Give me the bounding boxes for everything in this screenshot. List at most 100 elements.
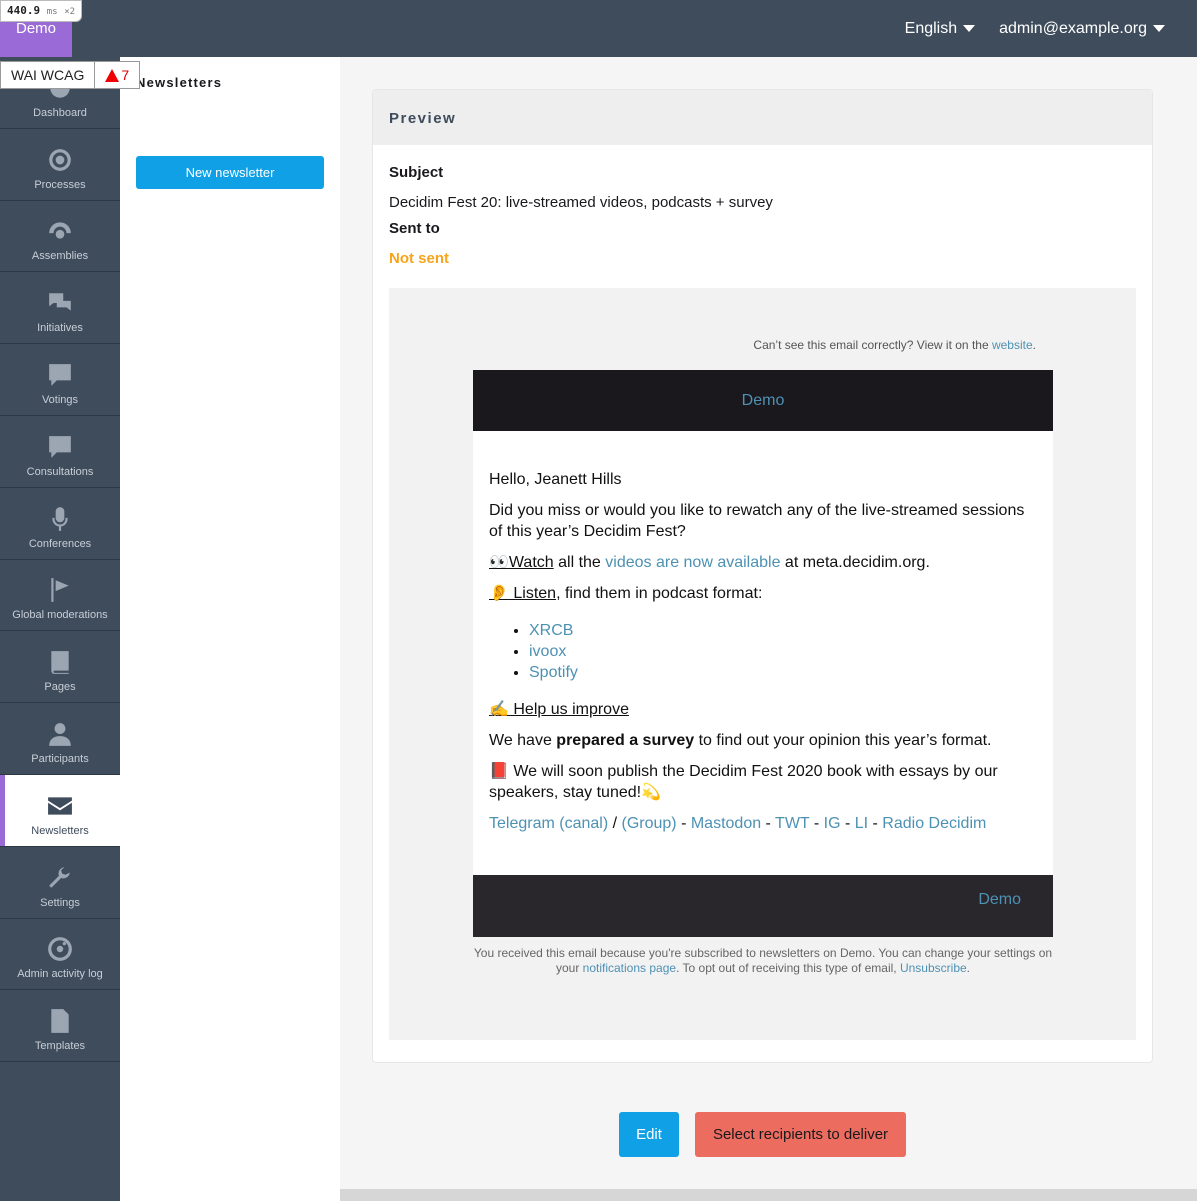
perf-unit: ms (46, 7, 58, 17)
unsubscribe-link[interactable]: Unsubscribe (900, 961, 967, 975)
user-email: admin@example.org (999, 19, 1147, 37)
sidebar-item-label: Assemblies (31, 250, 89, 263)
subject-label: Subject (389, 164, 444, 181)
brand-name: Demo (15, 20, 56, 37)
sidebar-item-label: Conferences (28, 537, 92, 550)
sidebar-item-participants[interactable]: Participants (0, 703, 120, 775)
website-link[interactable]: website (992, 338, 1033, 352)
wcag-count-value: 7 (121, 67, 130, 83)
sidebar-item-label: Consultations (26, 465, 94, 478)
subject-value: Decidim Fest 20: live-streamed videos, p… (389, 194, 773, 211)
watch-paragraph: 👀Watch all the videos are now available … (489, 554, 930, 571)
top-bar: Demo English admin@example.org (0, 0, 1197, 57)
sidebar-item-label: Processes (34, 178, 86, 191)
sidebar-item-label: Participants (31, 752, 89, 765)
chevron-down-icon (963, 25, 976, 32)
dizzy-icon: 💫 (641, 784, 662, 801)
perf-value: 440.9 (7, 4, 41, 17)
sidebar-item-votings[interactable]: Votings (0, 344, 120, 416)
document-icon (47, 1008, 73, 1034)
envelope-icon (47, 793, 73, 819)
subnav-title: Newsletters (136, 75, 223, 90)
chat-bubbles-icon (47, 290, 73, 316)
new-newsletter-button[interactable]: New newsletter (136, 156, 324, 189)
social-link-twitter[interactable]: TWT (775, 815, 809, 832)
podcast-list: XRCB ivoox Spotify (529, 620, 1037, 683)
ear-icon: 👂 (489, 585, 509, 602)
podcast-link[interactable]: XRCB (529, 622, 573, 639)
top-nav: English admin@example.org (905, 0, 1165, 57)
sidebar: Dashboard Processes Assemblies Initiativ… (0, 57, 120, 1201)
sidebar-item-pages[interactable]: Pages (0, 631, 120, 704)
wcag-label: WAI WCAG (1, 62, 96, 88)
sidebar-item-global-moderations[interactable]: Global moderations (0, 560, 120, 632)
sidebar-item-label: Votings (41, 393, 79, 406)
list-item: Spotify (529, 662, 1037, 683)
social-link-telegram-group[interactable]: (Group) (622, 815, 677, 832)
edit-button[interactable]: Edit (619, 1112, 679, 1157)
language-label: English (904, 19, 958, 37)
secondary-nav: Newsletters New newsletter (120, 57, 340, 1201)
social-link-mastodon[interactable]: Mastodon (691, 815, 761, 832)
main-content: Preview Subject Decidim Fest 20: live-st… (340, 57, 1197, 1189)
status-badge: Not sent (389, 250, 449, 267)
social-link-linkedin[interactable]: LI (855, 815, 868, 832)
sidebar-item-processes[interactable]: Processes (0, 129, 120, 201)
watch-heading: 👀Watch (489, 554, 554, 571)
sidebar-item-admin-activity-log[interactable]: Admin activity log (0, 919, 120, 991)
social-link-telegram-canal[interactable]: Telegram (canal) (489, 815, 608, 832)
email-header-org[interactable]: Demo (742, 392, 785, 409)
speech-bubble-icon (47, 362, 73, 388)
book-icon: 📕 (489, 763, 509, 780)
language-dropdown[interactable]: English (904, 19, 976, 38)
sidebar-item-settings[interactable]: Settings (0, 847, 120, 919)
sidebar-item-label: Initiatives (37, 322, 83, 335)
sidebar-item-assemblies[interactable]: Assemblies (0, 201, 120, 273)
view-online-text: Can’t see this email correctly? View it … (753, 338, 1036, 352)
videos-link[interactable]: videos are now available (605, 554, 780, 571)
sidebar-item-templates[interactable]: Templates (0, 990, 120, 1063)
select-recipients-button[interactable]: Select recipients to deliver (695, 1112, 906, 1157)
view-online-prefix: Can’t see this email correctly? View it … (753, 338, 989, 352)
sidebar-item-newsletters[interactable]: Newsletters (0, 774, 120, 847)
sidebar-item-conferences[interactable]: Conferences (0, 488, 120, 560)
list-item: XRCB (529, 620, 1037, 641)
eyes-icon: 👀 (489, 554, 509, 571)
preview-card: Preview Subject Decidim Fest 20: live-st… (372, 89, 1153, 1063)
sidebar-item-consultations[interactable]: Consultations (0, 416, 120, 488)
sent-to-label: Sent to (389, 220, 440, 237)
book-paragraph: 📕 We will soon publish the Decidim Fest … (489, 763, 998, 801)
sidebar-item-label: Global moderations (12, 609, 108, 622)
horizontal-scrollbar[interactable] (340, 1189, 1197, 1201)
notifications-page-link[interactable]: notifications page (583, 961, 676, 975)
social-link-instagram[interactable]: IG (824, 815, 841, 832)
email-legal-notice: You received this email because you're s… (473, 946, 1053, 975)
perf-badge: 440.9 ms ×2 (0, 0, 83, 22)
email-intro: Did you miss or would you like to rewatc… (489, 502, 1025, 540)
sidebar-item-label: Pages (44, 681, 76, 694)
activity-icon (47, 936, 73, 962)
person-icon (47, 721, 73, 747)
email-greeting: Hello, Jeanett Hills (489, 471, 622, 488)
book-icon (47, 649, 73, 675)
wcag-badge[interactable]: WAI WCAG 7 (0, 61, 141, 89)
sidebar-item-label: Templates (34, 1040, 86, 1053)
email-header: Demo (473, 370, 1053, 431)
microphone-icon (47, 506, 73, 532)
email-footer-org[interactable]: Demo (978, 891, 1021, 908)
card-title: Preview (373, 90, 1152, 145)
social-links: Telegram (canal) / (Group) - Mastodon - … (489, 815, 987, 832)
podcast-link[interactable]: ivoox (529, 643, 566, 660)
flag-icon (47, 577, 73, 603)
help-paragraph: ✍️ Help us improve (489, 699, 1037, 720)
sidebar-item-label: Newsletters (31, 824, 89, 837)
chevron-down-icon (1153, 25, 1165, 32)
writing-hand-icon: ✍️ (489, 701, 509, 718)
speech-bubble-icon (47, 434, 73, 460)
email-body: Hello, Jeanett Hills Did you miss or wou… (473, 431, 1053, 875)
listen-heading: 👂 Listen (489, 585, 557, 602)
user-dropdown[interactable]: admin@example.org (999, 20, 1165, 38)
podcast-link[interactable]: Spotify (529, 664, 578, 681)
sidebar-item-initiatives[interactable]: Initiatives (0, 272, 120, 345)
social-link-radio-decidim[interactable]: Radio Decidim (882, 815, 986, 832)
